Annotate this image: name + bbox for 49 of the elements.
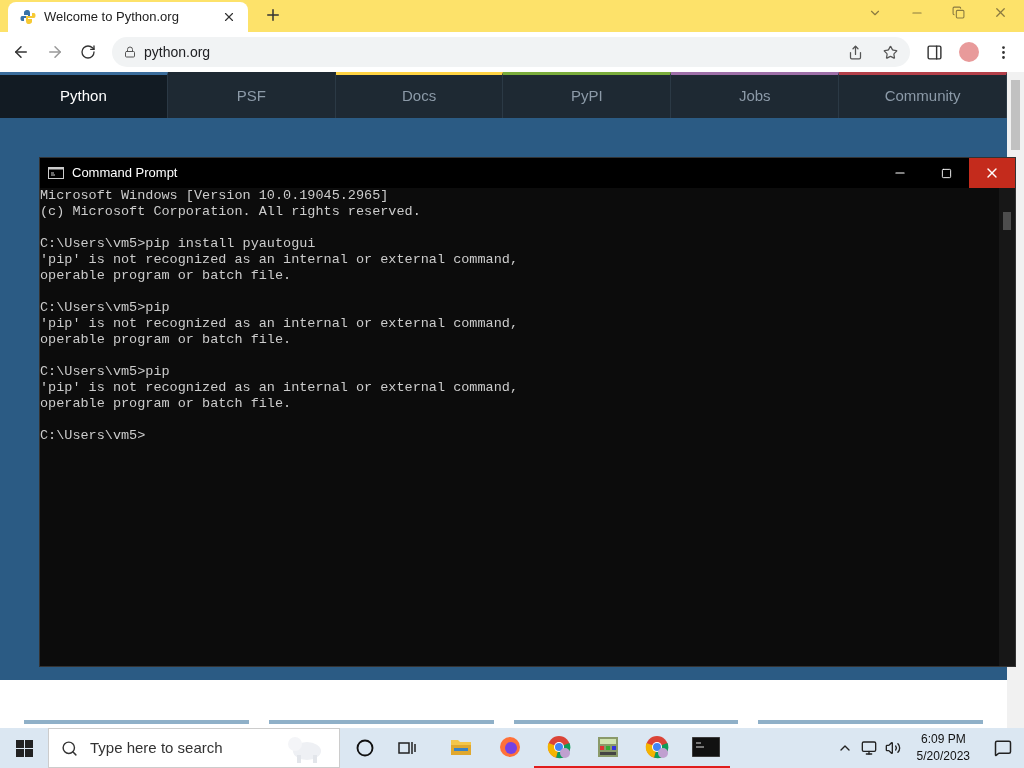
- browser-icon: [498, 736, 521, 758]
- console-line: 'pip' is not recognized as an internal or external command,: [40, 380, 519, 396]
- new-tab-icon[interactable]: [264, 6, 282, 24]
- address-bar[interactable]: python.org: [112, 37, 910, 67]
- search-placeholder: Type here to search: [90, 737, 224, 758]
- console-line: operable program or batch file.: [40, 396, 293, 412]
- windows-logo-icon: [15, 739, 33, 757]
- side-panel-icon[interactable]: [926, 43, 943, 61]
- close-icon[interactable]: [222, 10, 236, 24]
- tab-title: Welcome to Python.org: [44, 8, 180, 27]
- console-line: Microsoft Windows [Version 10.0.19045.2965]: [40, 188, 390, 204]
- console-app-icon: [48, 167, 64, 179]
- notifications-icon[interactable]: [994, 739, 1012, 757]
- console-title: Command Prompt: [72, 164, 179, 183]
- browser-tab[interactable]: Welcome to Python.org: [8, 2, 248, 32]
- lock-icon: [124, 46, 136, 58]
- network-icon[interactable]: [860, 740, 877, 756]
- browser-icon: [546, 735, 571, 759]
- console-line: C:\Users\vm5>pip install pyautogui: [40, 236, 317, 252]
- browser-icon: [644, 735, 669, 759]
- console-line: C:\Users\vm5>pip: [40, 364, 171, 380]
- share-icon[interactable]: [848, 44, 863, 60]
- maximize-icon: [940, 167, 952, 179]
- task-view-icon[interactable]: [398, 740, 416, 756]
- clock-time[interactable]: 6:09 PM: [920, 731, 966, 748]
- bookmark-icon[interactable]: [883, 44, 898, 60]
- console-line: C:\Users\vm5>pip: [40, 300, 171, 316]
- console-scrollbar[interactable]: [999, 188, 1015, 666]
- console-line: operable program or batch file.: [40, 332, 293, 348]
- restore-icon[interactable]: [952, 6, 965, 19]
- search-box[interactable]: Type here to search: [48, 728, 340, 768]
- console-line: operable program or batch file.: [40, 268, 293, 284]
- snake-logo-icon: [20, 9, 36, 25]
- terminal-icon: [691, 737, 720, 757]
- console-line: 'pip' is not recognized as an internal or external command,: [40, 316, 519, 332]
- cortana-icon[interactable]: [356, 739, 374, 757]
- clock-date[interactable]: 5/20/2023: [916, 748, 970, 765]
- site-nav-tab[interactable]: Python: [0, 72, 168, 118]
- folder-icon: [449, 738, 472, 756]
- console-line: 'pip' is not recognized as an internal or external command,: [40, 252, 519, 268]
- reload-icon[interactable]: [80, 44, 96, 60]
- search-icon: [61, 739, 78, 757]
- console-line: (c) Microsoft Corporation. All rights reserved.: [40, 204, 422, 220]
- forward-icon[interactable]: [46, 43, 64, 61]
- back-icon[interactable]: [12, 43, 30, 61]
- address-text: python.org: [144, 42, 212, 62]
- calculator-icon: [595, 735, 620, 759]
- console-line: C:\Users\vm5>: [40, 428, 147, 444]
- volume-icon[interactable]: [884, 740, 901, 756]
